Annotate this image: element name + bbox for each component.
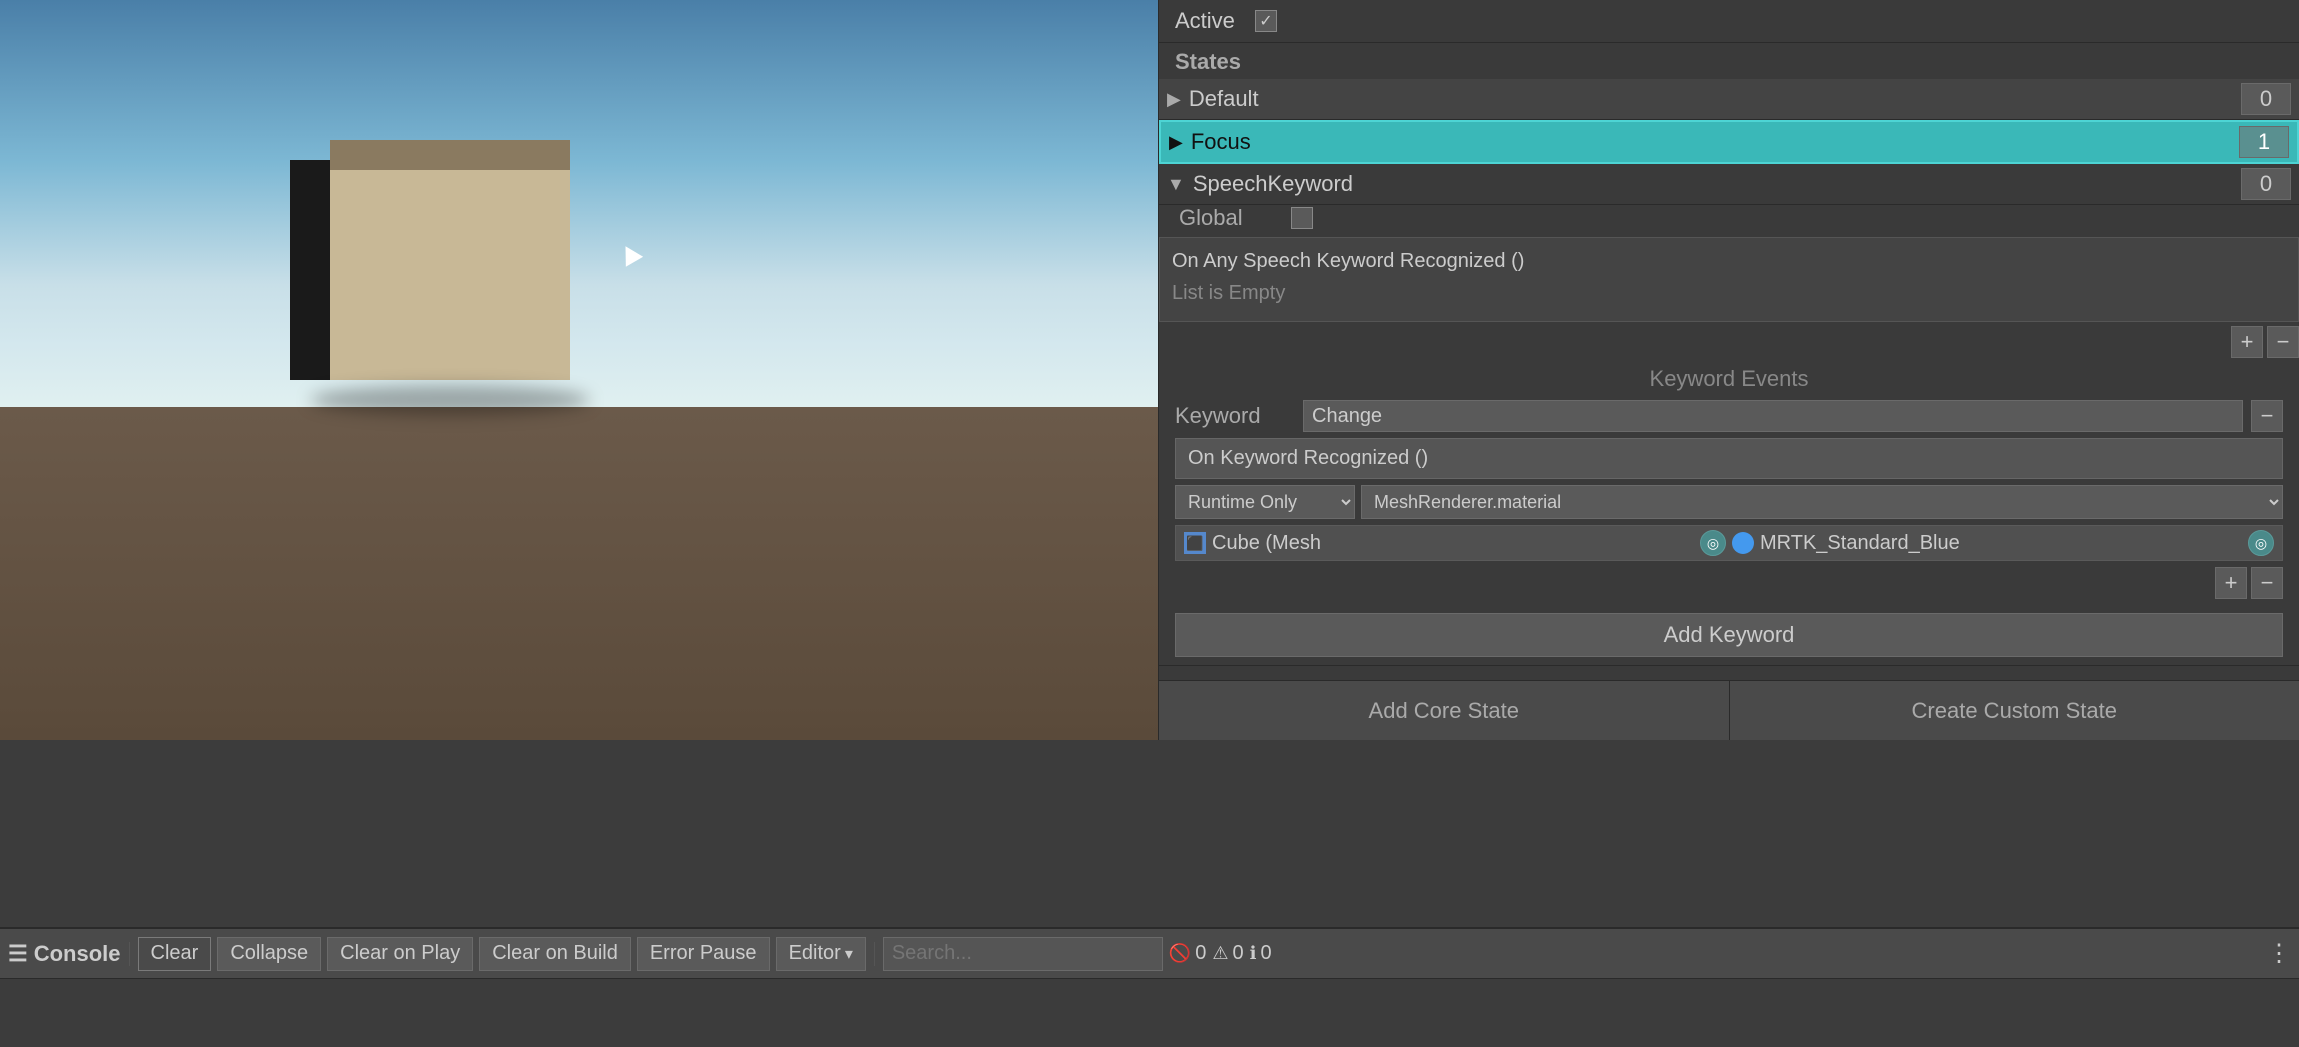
main-area: Active ✓ States ▶ Default 0 ▶ Focus 1 ▼ … — [0, 0, 2299, 927]
inspector-spacer — [1159, 666, 2299, 680]
cube-face-top — [330, 140, 570, 170]
cube-mesh-icon: ⬛ — [1184, 532, 1206, 554]
console-panel: ☰ Console Clear Collapse Clear on Play C… — [0, 927, 2299, 1047]
state-row-default[interactable]: ▶ Default 0 — [1159, 79, 2299, 120]
focus-state-value: 1 — [2239, 126, 2289, 158]
clear-on-build-button[interactable]: Clear on Build — [479, 937, 631, 971]
scene-sky — [0, 0, 1158, 407]
speech-keyword-section: ▼ SpeechKeyword 0 Global On Any Speech K… — [1159, 164, 2299, 666]
runtime-row: Runtime Only MeshRenderer.material — [1175, 485, 2283, 519]
console-header: ☰ Console Clear Collapse Clear on Play C… — [0, 929, 2299, 979]
console-title: ☰ Console — [8, 941, 121, 967]
scene-viewport[interactable] — [0, 0, 1158, 740]
info-count: 0 — [1261, 942, 1272, 965]
error-icon: 🚫 — [1169, 943, 1191, 964]
console-menu-icon[interactable]: ☰ — [8, 941, 28, 967]
keyword-events-area: Keyword Events Keyword − On Keyword Reco… — [1159, 366, 2299, 665]
speechkeyword-value: 0 — [2241, 168, 2291, 200]
info-icon: ℹ — [1250, 943, 1257, 964]
default-state-name: Default — [1189, 86, 2241, 112]
active-checkbox[interactable]: ✓ — [1255, 10, 1277, 32]
console-options-button[interactable]: ⋮ — [2267, 939, 2291, 968]
error-count: 0 — [1195, 942, 1206, 965]
clear-button[interactable]: Clear — [138, 937, 212, 971]
on-keyword-title: On Keyword Recognized () — [1188, 447, 1428, 469]
material-name: MRTK_Standard_Blue — [1760, 532, 2242, 555]
on-any-speech-box: On Any Speech Keyword Recognized () List… — [1159, 237, 2299, 322]
default-state-value: 0 — [2241, 83, 2291, 115]
console-title-text: Console — [34, 941, 121, 967]
keyword-label: Keyword — [1175, 403, 1295, 429]
on-keyword-box: On Keyword Recognized () — [1175, 438, 2283, 479]
keyword-remove-button[interactable]: − — [2251, 400, 2283, 432]
speechkeyword-name: SpeechKeyword — [1193, 171, 2241, 197]
keyword-events-title: Keyword Events — [1175, 366, 2283, 392]
warning-badge: ⚠ 0 — [1212, 942, 1243, 965]
console-search-input[interactable] — [883, 937, 1163, 971]
cube-object[interactable] — [290, 140, 550, 400]
clear-on-play-button[interactable]: Clear on Play — [327, 937, 473, 971]
states-section-label: States — [1159, 43, 2299, 75]
global-label: Global — [1179, 205, 1279, 231]
global-checkbox[interactable] — [1291, 207, 1313, 229]
list-empty: List is Empty — [1172, 274, 2286, 313]
keyword-input-row: Keyword − — [1175, 400, 2283, 432]
keyword-events-add-button[interactable]: + — [2215, 567, 2247, 599]
warning-icon: ⚠ — [1212, 943, 1228, 964]
focus-state-arrow: ▶ — [1169, 132, 1183, 153]
speech-add-button[interactable]: + — [2231, 326, 2263, 358]
default-state-arrow: ▶ — [1167, 89, 1181, 110]
console-separator-2 — [874, 942, 875, 966]
state-row-speechkeyword[interactable]: ▼ SpeechKeyword 0 — [1159, 164, 2299, 205]
active-label: Active — [1175, 8, 1235, 34]
cube-target-button[interactable]: ◎ — [1700, 530, 1726, 556]
state-row-focus[interactable]: ▶ Focus 1 — [1159, 120, 2299, 164]
add-keyword-button[interactable]: Add Keyword — [1175, 613, 2283, 657]
keyword-events-remove-button[interactable]: − — [2251, 567, 2283, 599]
bottom-buttons-area: Add Core State Create Custom State — [1159, 680, 2299, 740]
global-row: Global — [1159, 205, 2299, 231]
editor-dropdown-arrow: ▾ — [845, 944, 853, 964]
speech-remove-button[interactable]: − — [2267, 326, 2299, 358]
object-row[interactable]: ⬛ Cube (Mesh ◎ MRTK_Standard_Blue ◎ — [1175, 525, 2283, 561]
cube-shadow — [310, 385, 590, 415]
editor-button[interactable]: Editor ▾ — [776, 937, 866, 971]
scene-ground — [0, 407, 1158, 740]
inspector-header: Active ✓ — [1159, 0, 2299, 43]
runtime-select[interactable]: Runtime Only — [1175, 485, 1355, 519]
console-separator-1 — [129, 942, 130, 966]
keyword-events-add-remove-row: + − — [1175, 567, 2283, 599]
error-badge: 🚫 0 — [1169, 942, 1207, 965]
collapse-button[interactable]: Collapse — [217, 937, 321, 971]
on-any-speech-title: On Any Speech Keyword Recognized () — [1172, 250, 1524, 272]
focus-state-name: Focus — [1191, 129, 2239, 155]
keyword-input[interactable] — [1303, 400, 2243, 432]
console-body — [0, 979, 2299, 1047]
create-custom-state-button[interactable]: Create Custom State — [1730, 681, 2299, 740]
info-badge: ℹ 0 — [1250, 942, 1272, 965]
add-core-state-button[interactable]: Add Core State — [1159, 681, 1730, 740]
error-pause-button[interactable]: Error Pause — [637, 937, 770, 971]
cube-mesh-name: Cube (Mesh — [1212, 532, 1694, 555]
material-target-button[interactable]: ◎ — [2248, 530, 2274, 556]
speech-add-remove-row: + − — [1159, 326, 2299, 358]
cube-face-front — [330, 160, 570, 380]
mesh-select[interactable]: MeshRenderer.material — [1361, 485, 2283, 519]
warning-count: 0 — [1233, 942, 1244, 965]
speechkeyword-arrow: ▼ — [1167, 174, 1185, 195]
inspector-panel: Active ✓ States ▶ Default 0 ▶ Focus 1 ▼ … — [1158, 0, 2299, 740]
material-color-icon — [1732, 532, 1754, 554]
